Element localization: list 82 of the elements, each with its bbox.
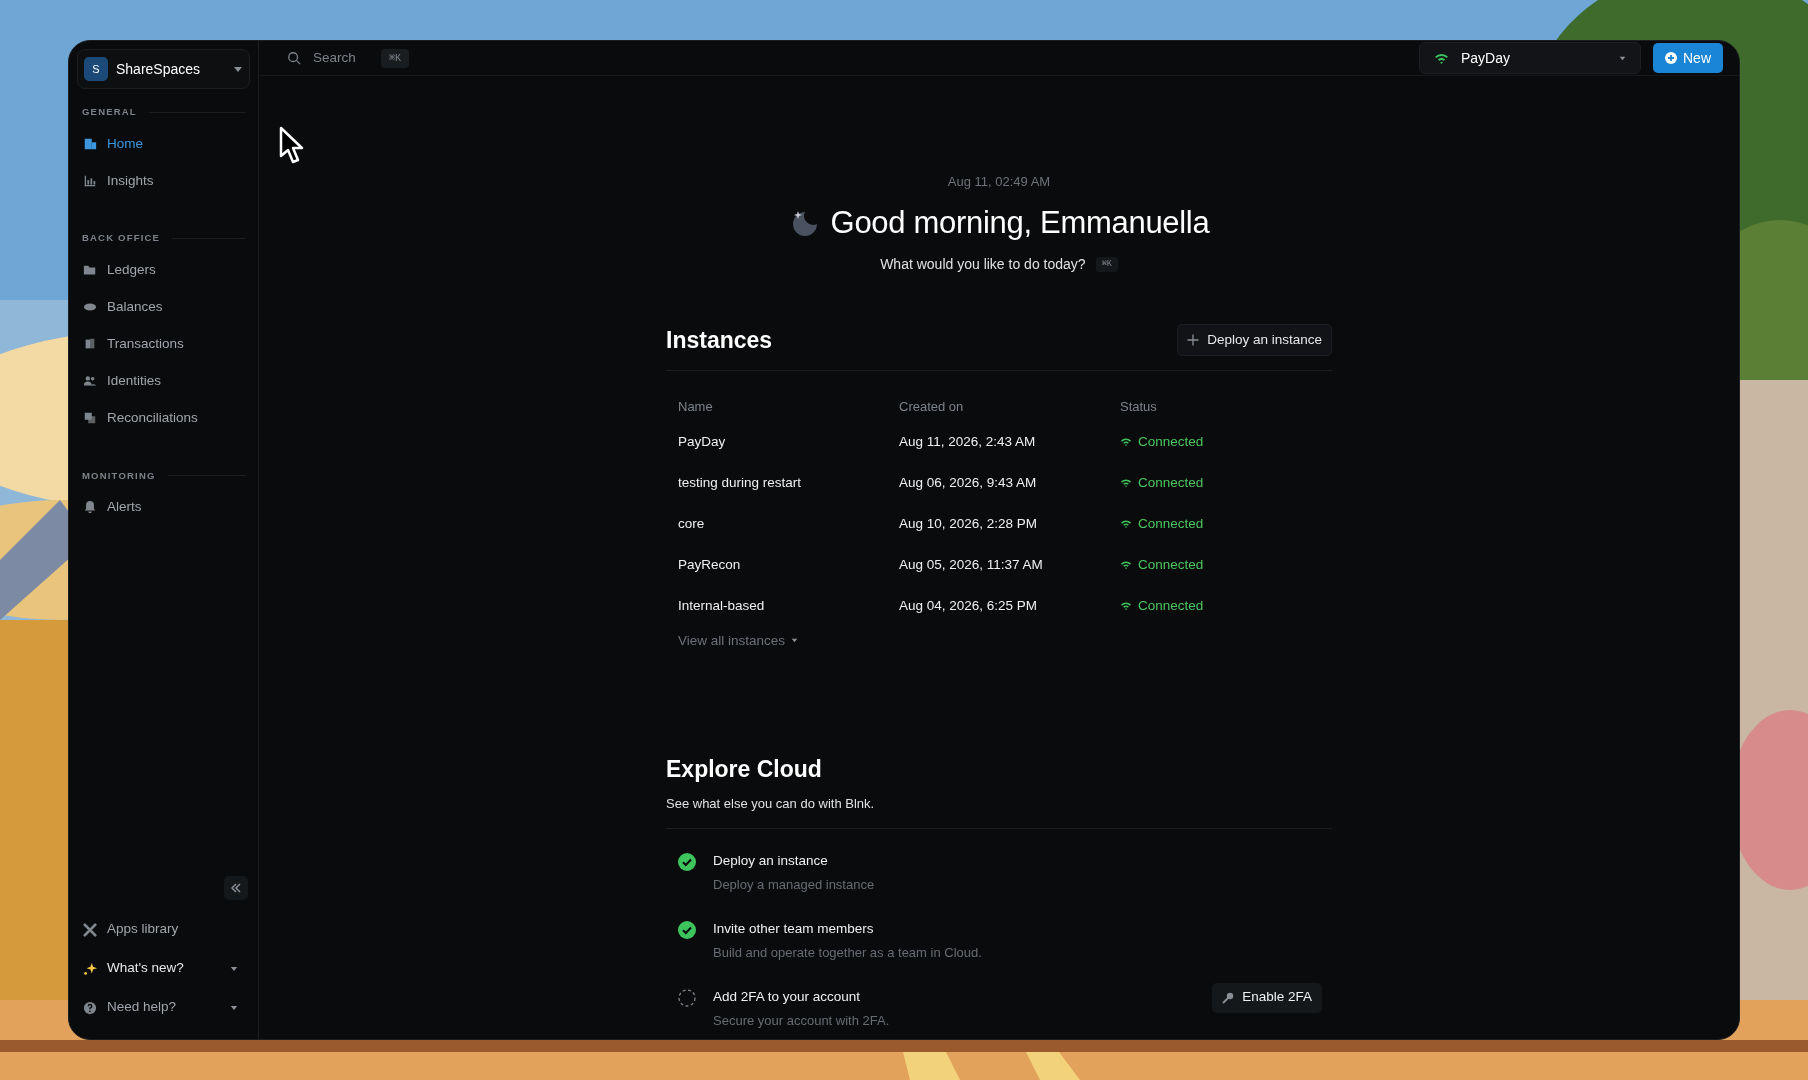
sidebar-item[interactable]: Reconciliations bbox=[77, 399, 250, 437]
plus-icon bbox=[1187, 334, 1200, 347]
table-cell-text: Internal-based bbox=[678, 596, 766, 615]
greeting-heading: Good morning, Emmanuella bbox=[830, 203, 1210, 242]
sparkle-icon bbox=[83, 961, 97, 976]
folder-icon bbox=[83, 263, 97, 277]
enable-2fa-button[interactable]: Enable 2FA bbox=[1212, 982, 1322, 1013]
column-header: Status bbox=[1120, 397, 1158, 416]
squares-icon bbox=[83, 411, 97, 425]
cursor-icon bbox=[279, 126, 305, 166]
sidebar-item[interactable]: Need help? bbox=[77, 988, 250, 1027]
caret-icon bbox=[230, 1004, 238, 1011]
search-field[interactable]: Search bbox=[313, 47, 369, 69]
sidebar-item[interactable]: Apps library bbox=[77, 910, 250, 949]
double-chevron-icon bbox=[231, 883, 241, 893]
wifi-icon bbox=[1120, 437, 1132, 447]
search-icon bbox=[287, 51, 301, 65]
building-icon bbox=[83, 136, 97, 151]
prompt-text: What would you like to do today? bbox=[880, 255, 1086, 274]
instance-selector[interactable]: PayDay bbox=[1419, 42, 1641, 74]
task-title: Deploy an instance bbox=[713, 851, 829, 870]
caret-icon bbox=[1619, 55, 1626, 61]
sidebar-item[interactable]: What's new? bbox=[77, 949, 250, 988]
workspace-switcher[interactable]: S ShareSpaces bbox=[77, 49, 250, 89]
task-description: Secure your account with 2FA. bbox=[713, 1011, 891, 1030]
help-icon bbox=[83, 1000, 97, 1015]
table-cell-text: Aug 04, 2026, 6:25 PM bbox=[899, 596, 1039, 615]
workspace-name: ShareSpaces bbox=[116, 59, 202, 79]
table-cell-text: Aug 10, 2026, 2:28 PM bbox=[899, 514, 1039, 533]
table-cell-text: Aug 11, 2026, 2:43 AM bbox=[899, 432, 1037, 451]
bar-chart-icon bbox=[83, 173, 97, 188]
section-heading: Explore Cloud bbox=[666, 754, 823, 784]
sidebar-item[interactable]: Insights bbox=[77, 162, 250, 200]
collapse-button[interactable] bbox=[224, 876, 248, 900]
column-header: Created on bbox=[899, 397, 965, 416]
section-heading: Instances bbox=[666, 326, 773, 355]
new-button[interactable]: New bbox=[1653, 43, 1723, 73]
task-title: Invite other team members bbox=[713, 919, 875, 938]
task-description: Deploy a managed instance bbox=[713, 875, 876, 894]
status-text: Connected bbox=[1138, 432, 1204, 451]
section-subtitle: See what else you can do with Blnk. bbox=[666, 795, 876, 813]
plus-circle-icon bbox=[1665, 52, 1677, 64]
table-cell-text: PayDay bbox=[678, 432, 727, 451]
wifi-icon bbox=[1120, 601, 1132, 611]
section-heading: MONITORING bbox=[82, 468, 156, 483]
table-cell-text: Aug 05, 2026, 11:37 AM bbox=[899, 555, 1044, 574]
status-text: Connected bbox=[1138, 514, 1204, 533]
wifi-icon bbox=[1120, 560, 1132, 570]
shortcut-key: ⌘K bbox=[381, 48, 410, 68]
status-text: Connected bbox=[1138, 596, 1204, 615]
key-icon bbox=[1222, 991, 1235, 1004]
date-text: Aug 11, 02:49 AM bbox=[947, 173, 1051, 191]
sidebar-item[interactable]: Home bbox=[77, 125, 250, 163]
sidebar-item[interactable]: Alerts bbox=[77, 488, 250, 526]
status-text: Connected bbox=[1138, 473, 1204, 492]
wifi-icon bbox=[1120, 478, 1132, 488]
documents-icon bbox=[83, 337, 97, 351]
sidebar-item[interactable]: Transactions bbox=[77, 325, 250, 363]
caret-icon bbox=[233, 65, 243, 73]
sidebar-item[interactable]: Identities bbox=[77, 362, 250, 400]
task-title: Add 2FA to your account bbox=[713, 987, 862, 1006]
shortcut-key: ⌘K bbox=[1095, 257, 1118, 272]
caret-icon bbox=[230, 965, 238, 972]
status-text: Connected bbox=[1138, 555, 1204, 574]
column-header: Name bbox=[678, 397, 714, 416]
workspace-avatar: S bbox=[84, 57, 108, 81]
sidebar-item[interactable]: Ledgers bbox=[77, 251, 250, 289]
bell-icon bbox=[83, 500, 97, 515]
table-cell-text: core bbox=[678, 514, 706, 533]
sidebar-item[interactable]: Balances bbox=[77, 288, 250, 326]
section-heading: GENERAL bbox=[82, 105, 137, 119]
caret-icon bbox=[791, 638, 799, 644]
task-description: Build and operate together as a team in Cloud. bbox=[713, 943, 983, 962]
section-heading: BACK OFFICE bbox=[82, 231, 161, 246]
table-cell-text: testing during restart bbox=[678, 473, 803, 492]
wifi-icon bbox=[1434, 51, 1449, 65]
deploy-button[interactable]: Deploy an instance bbox=[1177, 324, 1332, 357]
users-icon bbox=[83, 374, 97, 388]
table-cell-text: PayRecon bbox=[678, 555, 742, 574]
table-cell-text: Aug 06, 2026, 9:43 AM bbox=[899, 473, 1038, 492]
view-all-link[interactable]: View all instances bbox=[678, 630, 799, 651]
wifi-icon bbox=[1120, 519, 1132, 529]
